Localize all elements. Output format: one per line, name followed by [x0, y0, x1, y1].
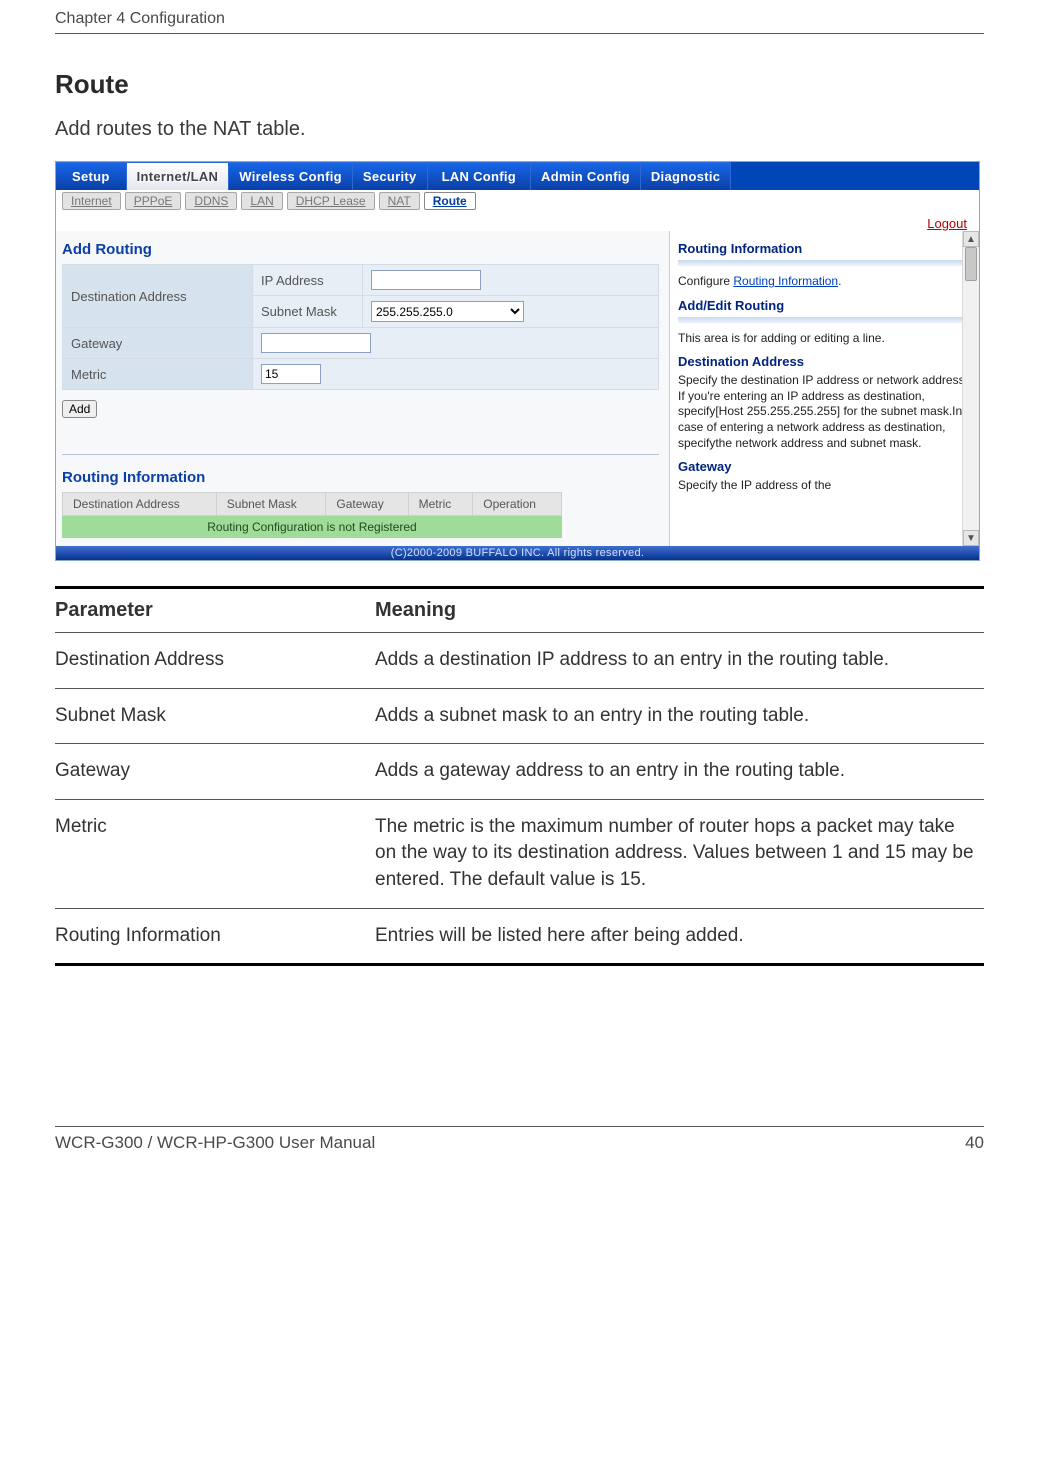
routing-empty: Routing Configuration is not Registered — [62, 516, 562, 538]
col-gateway: Gateway — [326, 493, 408, 516]
col-op: Operation — [473, 493, 562, 516]
logout-link[interactable]: Logout — [927, 216, 967, 231]
gateway-label: Gateway — [63, 328, 253, 359]
help-routing-info-text: Configure Routing Information. — [678, 274, 969, 290]
add-routing-form: Destination Address IP Address Subnet Ma… — [62, 264, 659, 390]
manual-name: WCR-G300 / WCR-HP-G300 User Manual — [55, 1133, 375, 1153]
tab-diagnostic[interactable]: Diagnostic — [641, 162, 731, 190]
tab-setup[interactable]: Setup — [56, 162, 127, 190]
help-addedit-heading: Add/Edit Routing — [678, 298, 969, 313]
help-dest-text: Specify the destination IP address or ne… — [678, 373, 969, 451]
scroll-up-icon[interactable]: ▲ — [963, 231, 979, 247]
help-gateway-text: Specify the IP address of the — [678, 478, 969, 494]
param-header: Parameter — [55, 588, 375, 633]
metric-label: Metric — [63, 359, 253, 390]
left-panel: Add Routing Destination Address IP Addre… — [56, 231, 669, 546]
ip-input[interactable] — [371, 270, 481, 290]
add-button[interactable]: Add — [62, 400, 97, 418]
help-routing-info-heading: Routing Information — [678, 241, 969, 256]
page-number: 40 — [965, 1133, 984, 1153]
chapter-header: Chapter 4 Configuration — [55, 0, 984, 34]
parameter-table: Parameter Meaning Destination AddressAdd… — [55, 586, 984, 966]
col-dest: Destination Address — [63, 493, 217, 516]
metric-input[interactable] — [261, 364, 321, 384]
col-metric: Metric — [408, 493, 473, 516]
subtab-internet[interactable]: Internet — [62, 192, 121, 210]
tab-wireless[interactable]: Wireless Config — [229, 162, 353, 190]
intro-text: Add routes to the NAT table. — [55, 118, 984, 141]
ip-label: IP Address — [253, 265, 363, 296]
tabs-row: Setup Internet/LAN Wireless Config Secur… — [56, 162, 979, 190]
subtab-dhcp[interactable]: DHCP Lease — [287, 192, 375, 210]
subtab-nat[interactable]: NAT — [379, 192, 420, 210]
scroll-thumb[interactable] — [965, 247, 977, 281]
subtabs-row: Internet PPPoE DDNS LAN DHCP Lease NAT R… — [56, 190, 979, 214]
table-row: MetricThe metric is the maximum number o… — [55, 799, 984, 908]
subtab-route[interactable]: Route — [424, 192, 476, 210]
routing-info-heading: Routing Information — [62, 469, 659, 486]
routing-info-table: Destination Address Subnet Mask Gateway … — [62, 492, 562, 516]
col-subnet: Subnet Mask — [216, 493, 326, 516]
help-panel: Routing Information Configure Routing In… — [669, 231, 979, 546]
router-ui-screenshot: Setup Internet/LAN Wireless Config Secur… — [55, 161, 980, 561]
page-footer: WCR-G300 / WCR-HP-G300 User Manual 40 — [55, 1126, 984, 1153]
help-gateway-heading: Gateway — [678, 459, 969, 474]
table-row: Destination AddressAdds a destination IP… — [55, 633, 984, 689]
add-routing-heading: Add Routing — [62, 241, 659, 258]
subnet-select[interactable]: 255.255.255.0 — [371, 301, 524, 322]
scroll-down-icon[interactable]: ▼ — [963, 530, 979, 546]
gateway-input[interactable] — [261, 333, 371, 353]
tab-admin-config[interactable]: Admin Config — [531, 162, 641, 190]
help-dest-heading: Destination Address — [678, 354, 969, 369]
subnet-label: Subnet Mask — [253, 296, 363, 328]
meaning-header: Meaning — [375, 588, 984, 633]
tab-lan-config[interactable]: LAN Config — [428, 162, 531, 190]
help-routing-link[interactable]: Routing Information — [733, 274, 838, 288]
subtab-ddns[interactable]: DDNS — [185, 192, 237, 210]
divider — [62, 454, 659, 455]
table-row: Routing InformationEntries will be liste… — [55, 908, 984, 965]
table-row: Subnet MaskAdds a subnet mask to an entr… — [55, 688, 984, 744]
tab-internet-lan[interactable]: Internet/LAN — [127, 162, 230, 190]
page-title: Route — [55, 69, 984, 100]
table-row: GatewayAdds a gateway address to an entr… — [55, 744, 984, 800]
copyright-bar: (C)2000-2009 BUFFALO INC. All rights res… — [56, 546, 979, 560]
subtab-lan[interactable]: LAN — [241, 192, 282, 210]
dest-label: Destination Address — [63, 265, 253, 328]
subtab-pppoe[interactable]: PPPoE — [125, 192, 182, 210]
help-scrollbar[interactable]: ▲ ▼ — [962, 231, 979, 546]
tab-security[interactable]: Security — [353, 162, 428, 190]
help-addedit-text: This area is for adding or editing a lin… — [678, 331, 969, 347]
